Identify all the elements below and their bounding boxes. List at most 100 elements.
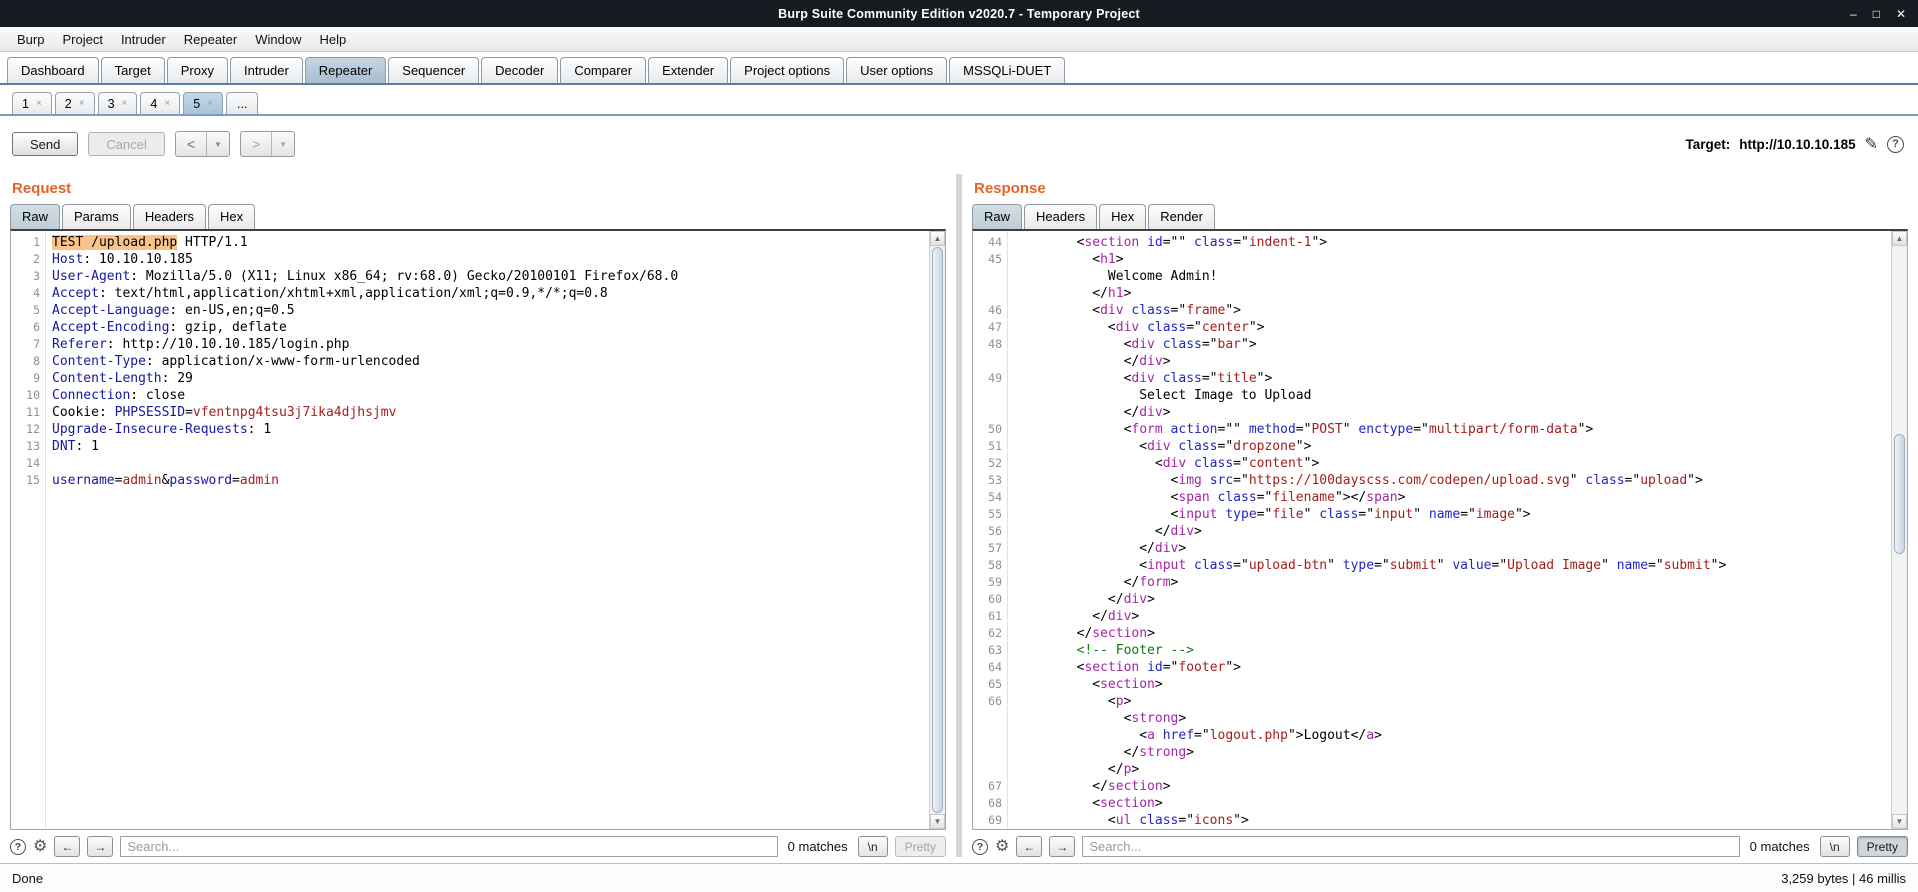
response-search-input[interactable]: [1082, 836, 1740, 857]
repeater-tab-5[interactable]: 5 ×: [183, 92, 223, 114]
menu-item-project[interactable]: Project: [53, 32, 111, 47]
back-arrow-icon: <: [186, 136, 196, 152]
code-row: Accept: text/html,application/xhtml+xml,…: [52, 286, 608, 301]
line-number: 63: [988, 643, 1002, 657]
help-icon[interactable]: ?: [972, 838, 988, 855]
code-row: <section>: [1014, 677, 1163, 692]
tab-dashboard[interactable]: Dashboard: [7, 57, 99, 83]
repeater-tab-4[interactable]: 4 ×: [140, 92, 181, 114]
close-icon[interactable]: ×: [79, 98, 85, 109]
request-tab-params[interactable]: Params: [62, 204, 131, 229]
menu-item-help[interactable]: Help: [310, 32, 355, 47]
line-number: [973, 761, 1007, 778]
request-editor[interactable]: 1 2 3 4 5 6 7 8 9 10 11 12 13 14 15 TEST /upload.php H…: [10, 229, 946, 830]
close-icon[interactable]: ×: [36, 98, 42, 109]
close-icon[interactable]: ×: [207, 98, 213, 109]
menu-item-repeater[interactable]: Repeater: [175, 32, 246, 47]
window-title: Burp Suite Community Edition v2020.7 - T…: [778, 6, 1140, 21]
tab-comparer[interactable]: Comparer: [560, 57, 647, 83]
search-prev-button[interactable]: ←: [54, 836, 81, 857]
request-tab-hex[interactable]: Hex: [207, 204, 256, 229]
chevron-down-icon[interactable]: ▼: [271, 132, 294, 156]
tab-project-options[interactable]: Project options: [730, 57, 845, 83]
gear-icon[interactable]: ⚙: [995, 838, 1009, 855]
minimize-icon[interactable]: –: [1850, 8, 1857, 20]
code-row: <ul class="icons">: [1014, 813, 1249, 828]
close-icon[interactable]: ✕: [1896, 8, 1906, 20]
help-icon[interactable]: ?: [10, 838, 26, 855]
line-number: 57: [988, 541, 1002, 555]
repeater-tab-label: 2: [64, 96, 72, 111]
scroll-down-icon[interactable]: ▼: [930, 814, 945, 829]
scroll-down-icon[interactable]: ▼: [1892, 814, 1907, 829]
code-row: <section id="" class="indent-1">: [1014, 235, 1328, 250]
burp-window: Burp Suite Community Edition v2020.7 - T…: [0, 0, 1918, 892]
help-icon[interactable]: ?: [1887, 135, 1904, 153]
tab-repeater[interactable]: Repeater: [304, 57, 387, 83]
newline-toggle-button[interactable]: \n: [1819, 836, 1850, 857]
search-next-button[interactable]: →: [87, 836, 114, 857]
code-row: DNT: 1: [52, 439, 99, 454]
forward-arrow-icon: >: [251, 136, 261, 152]
line-number: 54: [988, 490, 1002, 504]
response-tab-hex[interactable]: Hex: [1099, 204, 1147, 229]
line-number: 1: [33, 235, 40, 249]
search-prev-button[interactable]: ←: [1016, 836, 1043, 857]
menu-item-burp[interactable]: Burp: [8, 32, 53, 47]
newline-toggle-button[interactable]: \n: [857, 836, 888, 857]
response-tab-raw[interactable]: Raw: [972, 204, 1023, 229]
target-bar: Target: http://10.10.10.185 ✎ ?: [1686, 134, 1906, 154]
response-tab-headers[interactable]: Headers: [1024, 204, 1098, 229]
title-bar[interactable]: Burp Suite Community Edition v2020.7 - T…: [0, 0, 1918, 27]
tab-extender[interactable]: Extender: [648, 57, 729, 83]
tab-mssqli-duet[interactable]: MSSQLi-DUET: [949, 57, 1066, 83]
request-tab-raw[interactable]: Raw: [10, 204, 61, 229]
tab-user-options[interactable]: User options: [846, 57, 948, 83]
tab-proxy[interactable]: Proxy: [166, 57, 228, 83]
response-editor[interactable]: 44 45 46 47 48 49 50 51 52 53 54 55 56 57 58 59 60 61 62 63…: [972, 229, 1908, 830]
code-row: <div class="dropzone">: [1014, 439, 1312, 454]
maximize-icon[interactable]: □: [1873, 8, 1880, 20]
tab-intruder[interactable]: Intruder: [229, 57, 303, 83]
response-tab-render[interactable]: Render: [1148, 204, 1215, 229]
code-row: <input class="upload-btn" type="submit" …: [1014, 558, 1727, 573]
line-number: 62: [988, 626, 1002, 640]
send-button[interactable]: Send: [12, 132, 79, 156]
repeater-tab-1[interactable]: 1 ×: [12, 92, 52, 114]
close-icon[interactable]: ×: [164, 98, 170, 109]
request-scroll-thumb[interactable]: [932, 247, 943, 813]
close-icon[interactable]: ×: [122, 98, 128, 109]
response-scroll-thumb[interactable]: [1894, 434, 1905, 554]
line-number: 52: [988, 456, 1002, 470]
search-next-button[interactable]: →: [1049, 836, 1076, 857]
repeater-tab-2[interactable]: 2 ×: [54, 92, 95, 114]
scroll-up-icon[interactable]: ▲: [1892, 231, 1907, 246]
line-number: 13: [26, 439, 40, 453]
request-scrollbar[interactable]: ▲ ▼: [929, 231, 945, 829]
request-pretty-button[interactable]: Pretty: [894, 836, 946, 857]
menu-item-window[interactable]: Window: [246, 32, 310, 47]
main-tab-bar: Dashboard Target Proxy Intruder Repeater Sequ…: [0, 52, 1918, 85]
request-search-input[interactable]: [120, 836, 778, 857]
request-tab-headers[interactable]: Headers: [132, 204, 206, 229]
gear-icon[interactable]: ⚙: [33, 838, 47, 855]
repeater-tab-overflow[interactable]: ...: [225, 92, 259, 114]
cancel-button[interactable]: Cancel: [88, 132, 165, 156]
code-row: <!-- Footer -->: [1014, 643, 1195, 658]
menu-item-intruder[interactable]: Intruder: [112, 32, 175, 47]
back-button[interactable]: < ▼: [174, 131, 230, 157]
response-scrollbar[interactable]: ▲ ▼: [1891, 231, 1907, 829]
chevron-down-icon[interactable]: ▼: [206, 132, 229, 156]
tab-decoder[interactable]: Decoder: [481, 57, 559, 83]
line-number: [973, 727, 1007, 744]
response-pretty-button[interactable]: Pretty: [1856, 836, 1908, 857]
code-row: <strong>: [1014, 711, 1187, 726]
edit-target-icon[interactable]: ✎: [1865, 134, 1878, 154]
tab-target[interactable]: Target: [100, 57, 165, 83]
repeater-tab-3[interactable]: 3 ×: [97, 92, 138, 114]
forward-button[interactable]: > ▼: [239, 131, 296, 157]
scroll-up-icon[interactable]: ▲: [930, 231, 945, 246]
code-row: User-Agent: Mozilla/5.0 (X11; Linux x86_…: [52, 269, 679, 284]
tab-sequencer[interactable]: Sequencer: [388, 57, 480, 83]
repeater-tab-label: 3: [107, 96, 115, 111]
